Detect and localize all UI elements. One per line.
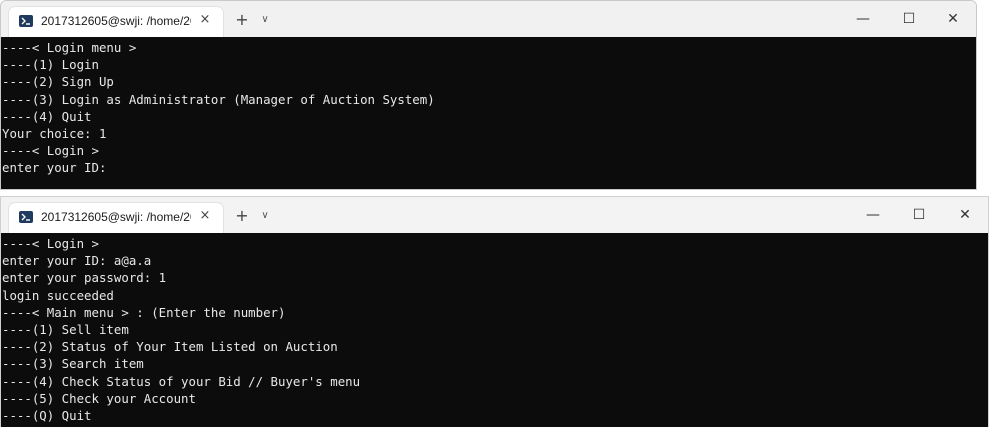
terminal-line: Your choice: 1 xyxy=(2,125,107,141)
maximize-button[interactable]: ☐ xyxy=(886,1,932,37)
tab-close-icon[interactable]: × xyxy=(197,12,213,28)
minimize-button[interactable]: — xyxy=(850,197,896,233)
terminal-line: login succeeded xyxy=(2,287,114,303)
close-button[interactable]: ✕ xyxy=(930,1,976,37)
terminal-line: ----(3) Search item xyxy=(2,356,144,372)
tab-title: 2017312605@swji: /home/2017 xyxy=(41,210,191,224)
close-button[interactable]: ✕ xyxy=(942,197,988,233)
chevron-down-icon[interactable]: ∨ xyxy=(257,207,273,225)
terminal-line: ----< Main menu > : (Enter the number) xyxy=(2,304,286,320)
tab-title: 2017312605@swji: /home/2017 xyxy=(41,14,191,28)
minimize-button[interactable]: — xyxy=(840,1,886,37)
terminal-line: enter your ID: xyxy=(2,160,107,176)
terminal-window-2: 2017312605@swji: /home/2017 × + ∨ — ☐ ✕ … xyxy=(0,196,989,427)
powershell-icon xyxy=(19,15,33,27)
terminal-output[interactable]: ----< Login > enter your ID: a@a.a enter… xyxy=(1,233,988,427)
tab-close-icon[interactable]: × xyxy=(197,208,213,224)
new-tab-icon[interactable]: + xyxy=(233,11,251,29)
terminal-line: ----< Login menu > xyxy=(2,40,137,55)
terminal-line: ----< Login > xyxy=(2,236,99,251)
terminal-line: ----< Login > xyxy=(2,143,99,159)
terminal-line: ----(1) Login xyxy=(2,57,99,73)
terminal-line: ----(3) Login as Administrator (Manager … xyxy=(2,91,435,107)
terminal-line: ----(1) Sell item xyxy=(2,321,129,337)
terminal-line: ----(2) Status of Your Item Listed on Au… xyxy=(2,339,338,355)
terminal-line: ----(4) Quit xyxy=(2,108,92,124)
terminal-line: enter your ID: a@a.a xyxy=(2,253,152,269)
title-bar: 2017312605@swji: /home/2017 × + ∨ — ☐ ✕ xyxy=(1,197,988,233)
terminal-line: ----(2) Sign Up xyxy=(2,74,114,90)
terminal-tab[interactable]: 2017312605@swji: /home/2017 × xyxy=(9,203,223,233)
chevron-down-icon[interactable]: ∨ xyxy=(257,11,273,29)
terminal-output[interactable]: ----< Login menu > ----(1) Login ----(2)… xyxy=(1,37,976,189)
terminal-line: ----(Q) Quit xyxy=(2,407,92,423)
new-tab-icon[interactable]: + xyxy=(233,207,251,225)
terminal-line: enter your password: 1 xyxy=(2,270,167,286)
terminal-window-1: 2017312605@swji: /home/2017 × + ∨ — ☐ ✕ … xyxy=(0,0,977,190)
maximize-button[interactable]: ☐ xyxy=(896,197,942,233)
terminal-line: ----(5) Check your Account xyxy=(2,390,196,406)
terminal-tab[interactable]: 2017312605@swji: /home/2017 × xyxy=(9,7,223,37)
title-bar: 2017312605@swji: /home/2017 × + ∨ — ☐ ✕ xyxy=(1,1,976,37)
powershell-icon xyxy=(19,211,33,223)
terminal-line: ----(4) Check Status of your Bid // Buye… xyxy=(2,373,361,389)
